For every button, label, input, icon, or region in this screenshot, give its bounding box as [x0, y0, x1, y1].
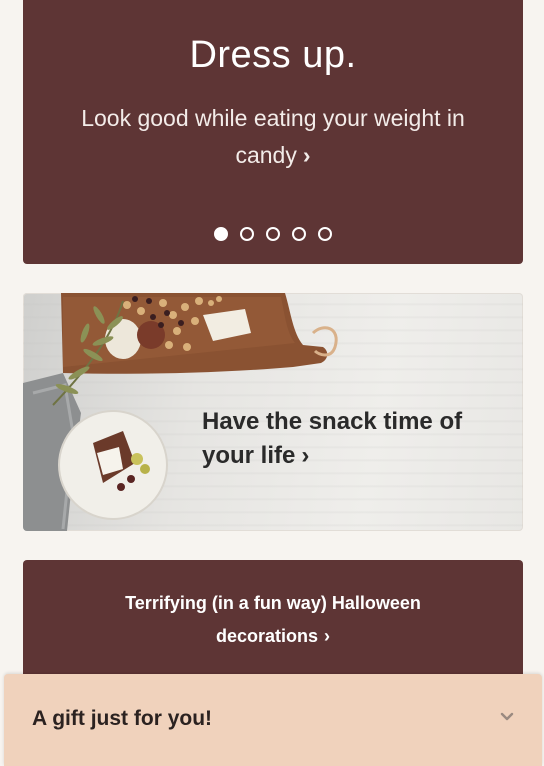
gift-drawer-label: A gift just for you!: [32, 707, 213, 730]
halloween-banner-text: Terrifying (in a fun way) Halloween deco…: [125, 593, 421, 646]
hero-carousel-card[interactable]: Dress up. Look good while eating your we…: [23, 0, 523, 264]
halloween-decorations-banner[interactable]: Terrifying (in a fun way) Halloween deco…: [23, 560, 523, 680]
hero-subtitle: Look good while eating your weight in ca…: [81, 105, 465, 168]
chevron-right-icon: ›: [302, 142, 311, 168]
gift-drawer[interactable]: A gift just for you!: [4, 674, 542, 766]
carousel-pagination: [23, 227, 523, 241]
halloween-banner-link[interactable]: Terrifying (in a fun way) Halloween deco…: [83, 587, 463, 653]
snack-time-banner[interactable]: Have the snack time of your life ›: [23, 293, 523, 531]
hero-subtitle-link[interactable]: Look good while eating your weight in ca…: [63, 100, 483, 174]
snack-banner-link[interactable]: Have the snack time of your life ›: [202, 405, 502, 473]
snack-banner-text: Have the snack time of your life: [202, 408, 463, 469]
chevron-right-icon: ›: [301, 442, 310, 469]
carousel-dot-1[interactable]: [214, 227, 228, 241]
chevron-right-icon: ›: [324, 626, 331, 646]
chevron-down-icon[interactable]: [500, 710, 514, 724]
carousel-dot-3[interactable]: [266, 227, 280, 241]
hero-title: Dress up.: [189, 34, 357, 76]
carousel-dot-2[interactable]: [240, 227, 254, 241]
carousel-dot-5[interactable]: [318, 227, 332, 241]
carousel-dot-4[interactable]: [292, 227, 306, 241]
